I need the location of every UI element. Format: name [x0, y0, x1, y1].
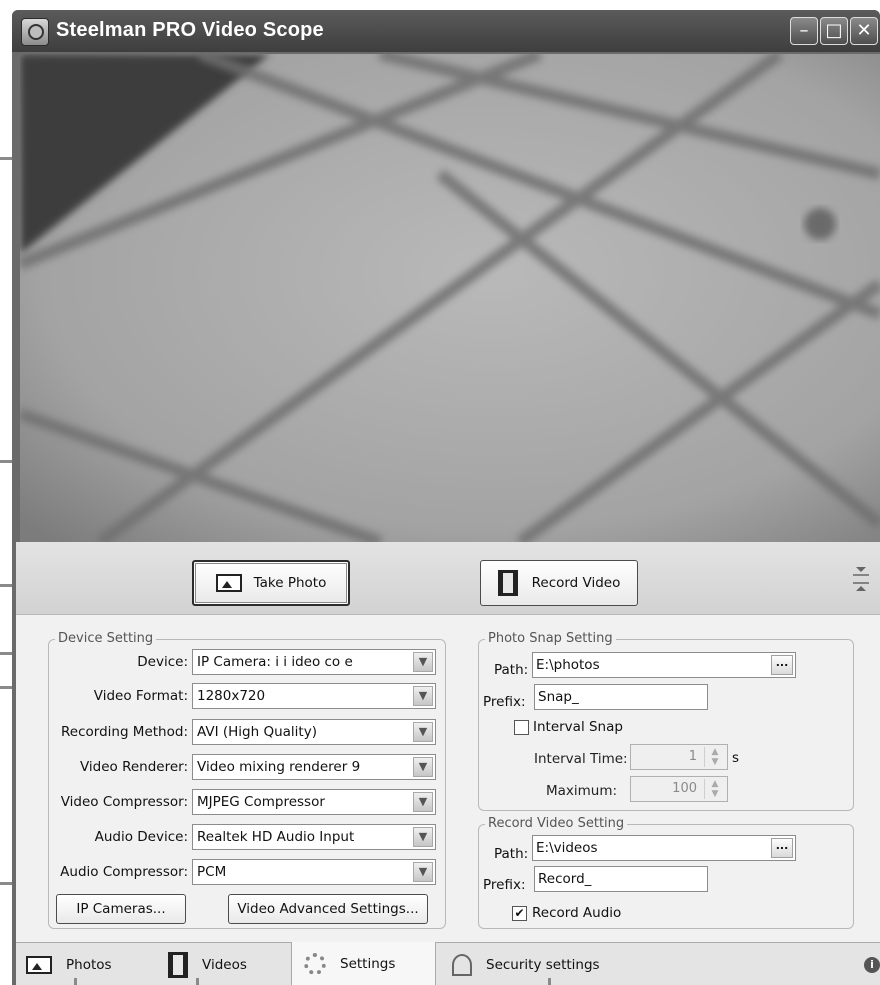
video-path-field[interactable]: E:\videos ... — [532, 835, 796, 861]
recording-method-value: AVI (High Quality) — [197, 724, 317, 740]
video-path-value: E:\videos — [536, 840, 598, 856]
chevron-down-icon[interactable]: ▼ — [413, 862, 433, 882]
maximum-value: 100 — [672, 781, 697, 796]
audio-compressor-value: PCM — [197, 864, 227, 880]
record-video-label: Record Video — [531, 575, 621, 591]
photo-path-value: E:\photos — [536, 657, 600, 673]
photo-path-field[interactable]: E:\photos ... — [532, 652, 796, 678]
chevron-down-icon[interactable]: ▼ — [413, 757, 433, 777]
gear-icon — [304, 953, 326, 975]
callout-tick-videos — [196, 978, 199, 985]
capture-toolbar: Take Photo Record Video — [16, 542, 880, 615]
interval-time-value: 1 — [688, 749, 697, 764]
interval-snap-label: Interval Snap — [533, 719, 623, 735]
interval-snap-checkbox[interactable] — [514, 720, 529, 735]
chevron-down-icon[interactable]: ▼ — [413, 686, 433, 706]
video-preview — [20, 54, 880, 542]
chevron-down-icon[interactable]: ▼ — [413, 722, 433, 742]
record-audio-checkbox[interactable]: ✔ — [512, 906, 527, 921]
video-path-label: Path: — [494, 846, 529, 862]
tab-settings[interactable]: Settings — [291, 942, 436, 985]
tab-security-settings[interactable]: Security settings — [452, 943, 672, 985]
maximum-spinner[interactable]: 100 ▲ ▼ — [630, 776, 728, 802]
minimize-button[interactable]: – — [790, 17, 818, 45]
audio-device-value: Realtek HD Audio Input — [197, 829, 355, 845]
device-label: Device: — [137, 654, 188, 670]
interval-time-spinner[interactable]: 1 ▲ ▼ — [630, 744, 728, 770]
photo-snap-legend: Photo Snap Setting — [485, 631, 616, 646]
callout-tick-security — [548, 978, 551, 985]
photo-path-label: Path: — [494, 662, 529, 678]
video-compressor-select[interactable]: MJPEG Compressor ▼ — [192, 789, 436, 815]
device-value: IP Camera: i i ideo co e — [197, 654, 353, 670]
video-format-value: 1280x720 — [197, 688, 266, 704]
camera-app-icon — [21, 18, 49, 46]
tab-settings-label: Settings — [340, 956, 396, 972]
recording-method-label: Recording Method: — [61, 724, 188, 740]
photo-prefix-field[interactable]: Snap_ — [534, 684, 708, 710]
close-button[interactable]: ✕ — [850, 17, 878, 45]
audio-device-select[interactable]: Realtek HD Audio Input ▼ — [192, 824, 436, 850]
video-renderer-value: Video mixing renderer 9 — [197, 759, 361, 775]
device-select[interactable]: IP Camera: i i ideo co e ▼ — [192, 649, 436, 675]
maximize-button[interactable]: □ — [820, 17, 848, 45]
film-icon — [497, 570, 518, 596]
video-compressor-label: Video Compressor: — [60, 794, 188, 810]
record-audio-label: Record Audio — [532, 905, 622, 921]
browse-video-path-button[interactable]: ... — [771, 838, 793, 858]
audio-device-label: Audio Device: — [94, 829, 188, 845]
chevron-down-icon[interactable]: ▼ — [413, 827, 433, 847]
antenna-icon — [452, 953, 472, 976]
app-window: Steelman PRO Video Scope – □ ✕ Take Phot… — [12, 10, 880, 985]
device-setting-legend: Device Setting — [55, 631, 157, 646]
photo-icon — [215, 574, 242, 592]
recording-method-select[interactable]: AVI (High Quality) ▼ — [192, 719, 436, 745]
audio-compressor-label: Audio Compressor: — [60, 864, 188, 880]
tab-videos[interactable]: Videos — [168, 943, 288, 985]
tab-photos[interactable]: Photos — [26, 943, 166, 985]
video-prefix-field[interactable]: Record_ — [534, 866, 708, 892]
chevron-down-icon[interactable]: ▼ — [413, 652, 433, 672]
video-format-label: Video Format: — [93, 688, 188, 704]
interval-time-unit: s — [732, 750, 740, 766]
video-prefix-label: Prefix: — [483, 877, 526, 893]
tab-security-label: Security settings — [486, 956, 600, 973]
info-icon[interactable]: i — [864, 957, 880, 973]
video-renderer-select[interactable]: Video mixing renderer 9 ▼ — [192, 754, 436, 780]
video-compressor-value: MJPEG Compressor — [197, 794, 325, 810]
chevron-down-icon[interactable]: ▼ — [413, 792, 433, 812]
browse-photo-path-button[interactable]: ... — [771, 655, 793, 675]
photo-prefix-label: Prefix: — [483, 694, 526, 710]
ip-cameras-button[interactable]: IP Cameras... — [56, 894, 186, 924]
take-photo-button[interactable]: Take Photo — [192, 560, 350, 606]
audio-compressor-select[interactable]: PCM ▼ — [192, 859, 436, 885]
title-bar[interactable]: Steelman PRO Video Scope – □ ✕ — [12, 10, 880, 52]
video-renderer-label: Video Renderer: — [79, 759, 188, 775]
window-title: Steelman PRO Video Scope — [56, 19, 324, 41]
take-photo-label: Take Photo — [253, 575, 327, 591]
film-icon — [168, 951, 188, 978]
spin-arrows-icon[interactable]: ▲ ▼ — [704, 779, 725, 799]
collapse-panel-icon[interactable] — [852, 564, 870, 594]
control-panel: Take Photo Record Video Device Setting D… — [16, 542, 880, 985]
bottom-tab-bar: Photos Videos Settings Security settings… — [16, 942, 880, 985]
video-format-select[interactable]: 1280x720 ▼ — [192, 683, 436, 709]
tab-videos-label: Videos — [202, 956, 247, 973]
interval-time-label: Interval Time: — [534, 751, 628, 767]
spin-arrows-icon[interactable]: ▲ ▼ — [704, 747, 725, 767]
record-video-button[interactable]: Record Video — [480, 560, 638, 606]
photo-icon — [26, 955, 52, 974]
tab-photos-label: Photos — [66, 956, 112, 973]
record-video-legend: Record Video Setting — [485, 816, 628, 831]
maximum-label: Maximum: — [546, 783, 618, 799]
camera-feed-image — [20, 54, 880, 542]
video-advanced-settings-button[interactable]: Video Advanced Settings... — [228, 894, 428, 924]
callout-tick-photos — [74, 978, 77, 985]
